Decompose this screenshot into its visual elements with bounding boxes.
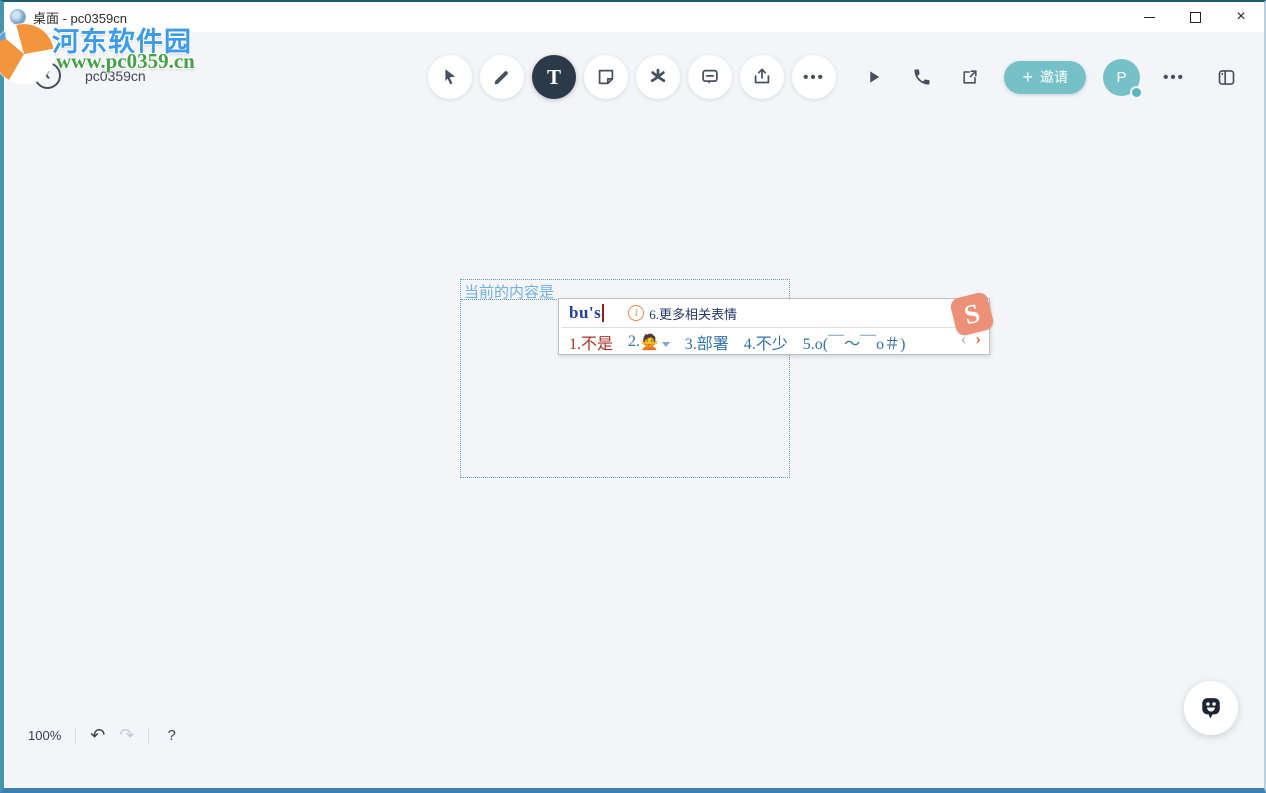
no-gesture-emoji: 🙅: [640, 333, 659, 351]
window-controls: ×: [1126, 2, 1264, 32]
chat-button[interactable]: [1184, 681, 1238, 735]
redo-button[interactable]: ↷: [119, 725, 134, 746]
upload-tool-button[interactable]: [740, 55, 784, 99]
sticky-note-tool-button[interactable]: [584, 55, 628, 99]
upload-icon: [751, 66, 773, 88]
pen-tool-button[interactable]: [480, 55, 524, 99]
maximize-button[interactable]: [1172, 2, 1218, 32]
more-dots-icon: •••: [803, 69, 825, 86]
select-tool-button[interactable]: [428, 55, 472, 99]
back-button[interactable]: ‹: [34, 62, 61, 89]
text-tool-icon: T: [547, 65, 561, 90]
close-button[interactable]: ×: [1218, 2, 1264, 32]
divider: [75, 728, 76, 744]
close-icon: ×: [1236, 9, 1245, 25]
pencil-icon: [491, 66, 513, 88]
text-box-content: 当前的内容是: [464, 281, 554, 302]
canvas-workspace[interactable]: 河东软件园 www.pc0359.cn ‹ pc0359cn T: [4, 32, 1264, 758]
ime-candidate-1[interactable]: 1.不是: [569, 330, 613, 354]
screen-share-button[interactable]: [950, 57, 990, 97]
more-options-button[interactable]: •••: [1156, 69, 1192, 86]
ime-composition-row: bu's i 6.更多相关表情: [559, 299, 989, 327]
chat-smiley-icon: [1197, 694, 1225, 722]
invite-button[interactable]: + 邀请: [1004, 61, 1086, 94]
app-window: 桌面 - pc0359cn × 河东软件园 www.pc0359.cn ‹ pc…: [0, 0, 1266, 793]
ime-candidate-4[interactable]: 4.不少: [744, 330, 788, 354]
comment-icon: [699, 66, 721, 88]
user-avatar[interactable]: P: [1103, 59, 1140, 96]
minimize-button[interactable]: [1126, 2, 1172, 32]
play-icon: [865, 68, 883, 86]
ime-caret: [602, 304, 604, 322]
maximize-icon: [1190, 12, 1201, 23]
back-chevron-icon: ‹: [44, 65, 50, 84]
text-tool-button[interactable]: T: [532, 55, 576, 99]
online-status-dot: [1130, 86, 1143, 99]
more-tools-button[interactable]: •••: [792, 55, 836, 99]
ime-emoji-hint[interactable]: 6.更多相关表情: [649, 304, 737, 323]
ime-candidate-3[interactable]: 3.部署: [685, 330, 729, 354]
app-icon: [10, 9, 26, 25]
info-icon: i: [628, 305, 644, 321]
side-panel-icon: [1216, 67, 1237, 88]
screen-share-icon: [960, 67, 980, 87]
collaboration-toolbar: + 邀请 P •••: [854, 55, 1246, 99]
candidate-dropdown-icon[interactable]: [662, 342, 670, 347]
side-panel-toggle-button[interactable]: [1206, 57, 1246, 97]
main-toolbar: T: [428, 55, 836, 99]
ime-candidate-2[interactable]: 2.🙅: [628, 333, 670, 351]
cursor-icon: [439, 66, 461, 88]
invite-label: 邀请: [1040, 67, 1068, 87]
ime-popup: bu's i 6.更多相关表情 1.不是 2.🙅 3.部署 4.不少: [558, 298, 990, 355]
call-button[interactable]: [902, 57, 942, 97]
plus-icon: +: [1022, 68, 1033, 86]
help-button[interactable]: ?: [163, 727, 179, 744]
shapes-asterisk-icon: [647, 66, 669, 88]
ime-candidate-5[interactable]: 5.o(￣～￣o＃): [803, 330, 906, 354]
sticky-note-icon: [595, 66, 617, 88]
shapes-tool-button[interactable]: [636, 55, 680, 99]
board-header: ‹ pc0359cn: [34, 62, 146, 89]
titlebar: 桌面 - pc0359cn ×: [4, 2, 1264, 32]
undo-button[interactable]: ↶: [90, 725, 105, 746]
zoom-level[interactable]: 100%: [28, 728, 61, 743]
ime-composition: bu's: [569, 303, 601, 323]
minimize-icon: [1144, 17, 1155, 18]
avatar-initial: P: [1116, 69, 1126, 86]
window-title: 桌面 - pc0359cn: [33, 8, 127, 27]
present-button[interactable]: [854, 57, 894, 97]
divider: [148, 728, 149, 744]
comment-tool-button[interactable]: [688, 55, 732, 99]
status-bar: 100% ↶ ↷ ?: [28, 725, 180, 746]
ime-candidates-row: 1.不是 2.🙅 3.部署 4.不少 5.o(￣～￣o＃): [559, 328, 989, 355]
phone-icon: [912, 67, 932, 87]
board-name: pc0359cn: [85, 68, 146, 84]
